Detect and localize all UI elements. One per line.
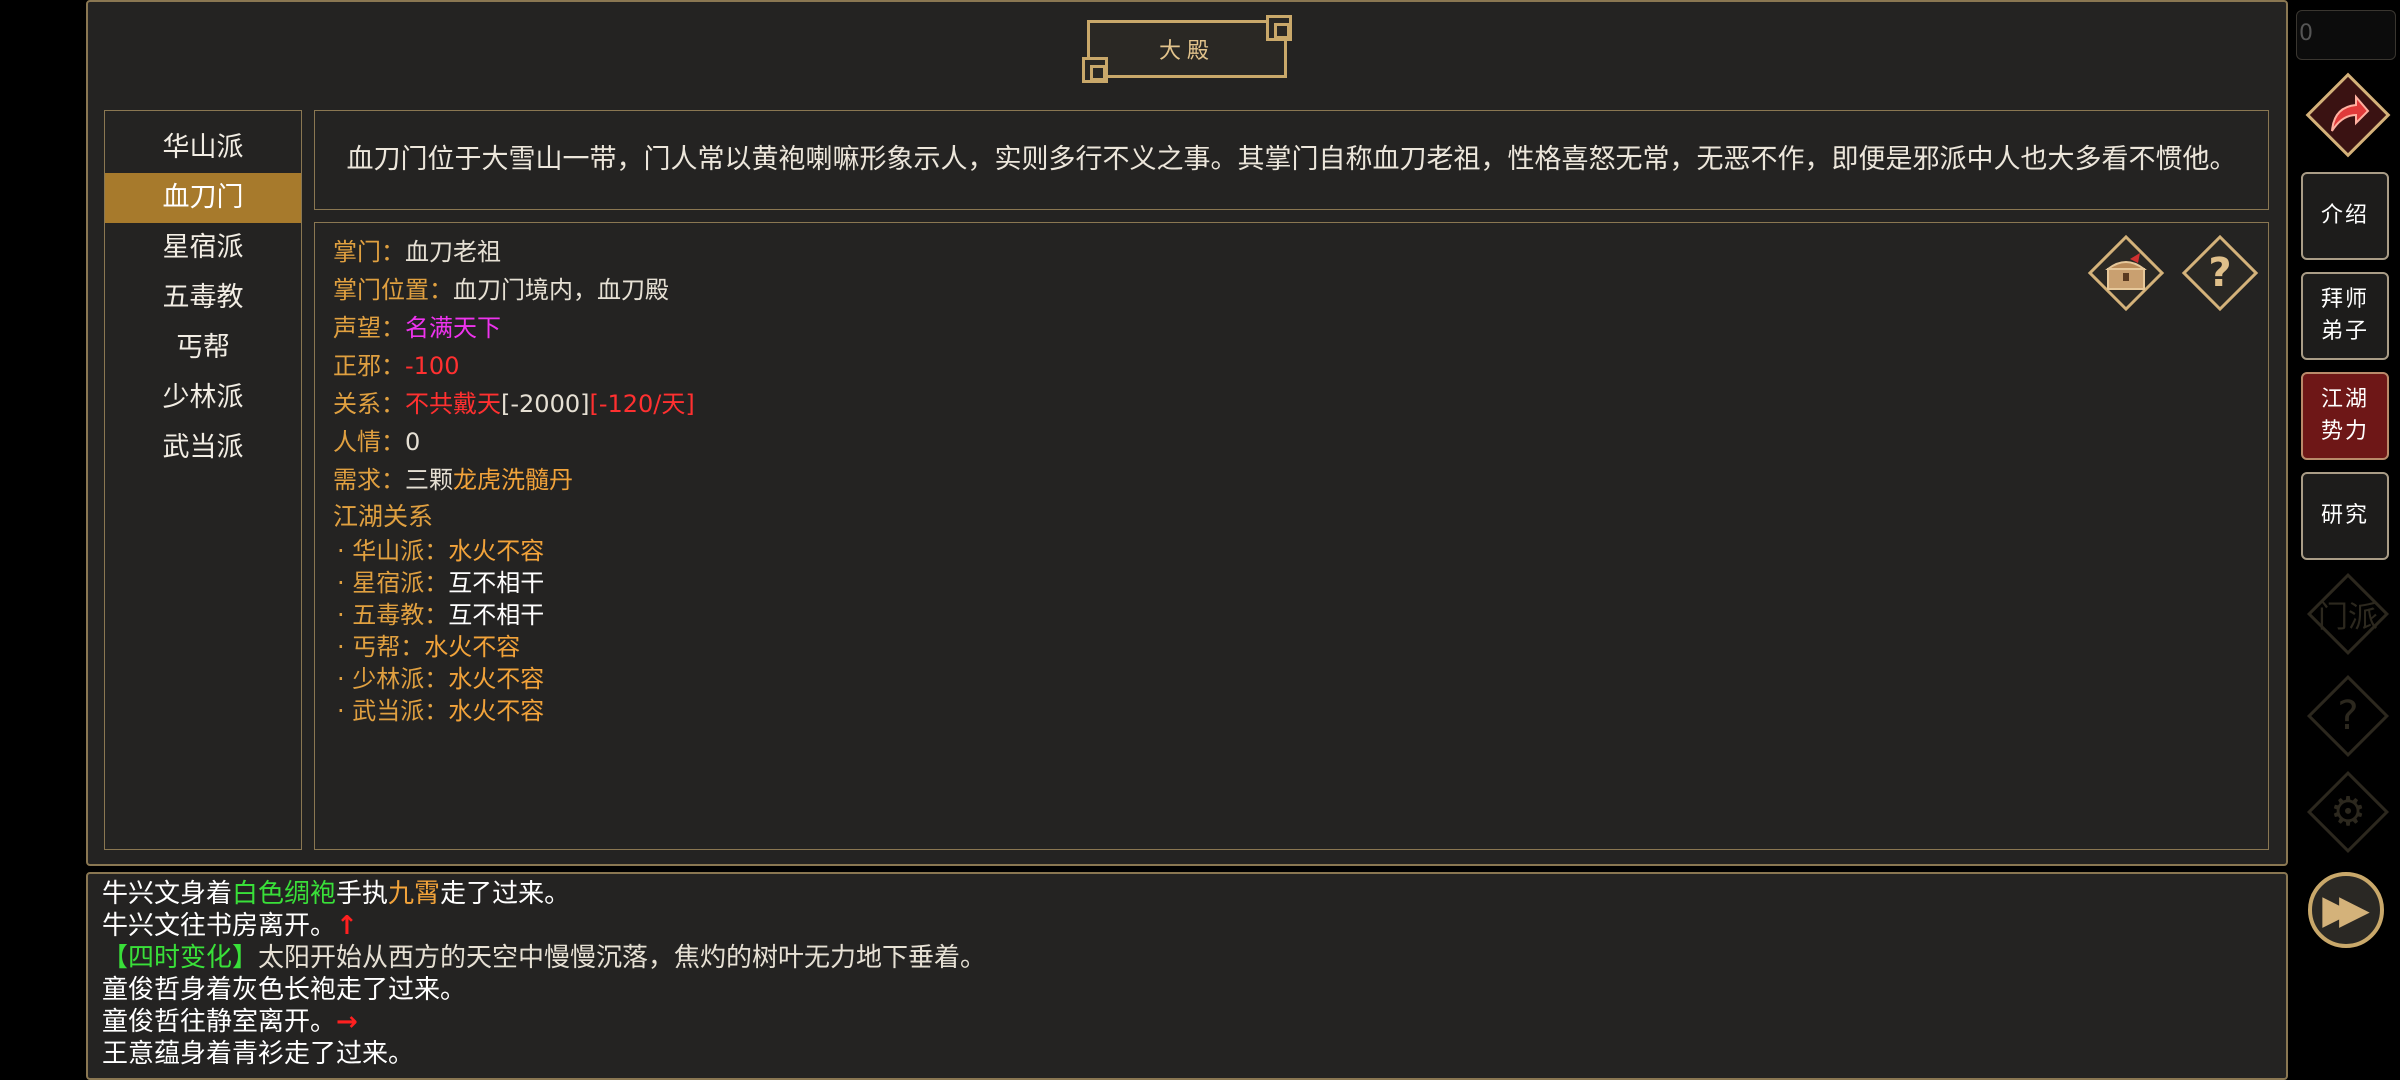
log-tag: 【四时变化】: [102, 943, 259, 973]
relation-label: 关系：: [333, 390, 405, 418]
relation-sect: · 五毒教：: [337, 601, 449, 629]
relation-number: [-2000]: [501, 390, 590, 418]
log-item: 九霄: [388, 879, 441, 909]
relation-item: · 少林派：水火不容: [333, 663, 2250, 695]
knot-ornament: [1082, 57, 1108, 83]
relation-status: 互不相干: [448, 601, 545, 629]
relation-item: · 武当派：水火不容: [333, 695, 2250, 727]
right-arrow-icon: →: [336, 1007, 358, 1037]
knot-ornament: [1266, 15, 1292, 41]
location-label: 掌门位置：: [333, 276, 453, 304]
log-text: 手执: [336, 879, 389, 909]
relation-item: · 华山派：水火不容: [333, 535, 2250, 567]
sect-item-huashan[interactable]: 华山派: [105, 123, 301, 173]
fast-forward-icon: ▶▶: [2322, 887, 2369, 933]
location-value: 血刀门境内，血刀殿: [453, 276, 669, 304]
prestige-label: 声望：: [333, 314, 405, 342]
help-faded-button[interactable]: ?: [2306, 674, 2390, 758]
sect-item-gaibang[interactable]: 丐帮: [105, 323, 301, 373]
favor-label: 人情：: [333, 428, 405, 456]
help-button[interactable]: ?: [2180, 233, 2260, 313]
favor-row: 人情：0: [333, 423, 2250, 461]
master-value: 血刀老祖: [405, 238, 501, 266]
log-text: 太阳开始从西方的天空中慢慢沉落，焦灼的树叶无力地下垂着。: [258, 943, 987, 973]
treasure-chest-button[interactable]: [2086, 233, 2166, 313]
info-icons: ?: [2086, 233, 2260, 313]
sect-faded-button[interactable]: 门派: [2306, 572, 2390, 656]
gear-icon: ⚙: [2330, 789, 2366, 835]
sect-description: 血刀门位于大雪山一带，门人常以黄袍喇嘛形象示人，实则多行不义之事。其掌门自称血刀…: [314, 110, 2269, 210]
log-line: 牛兴文往书房离开。↑: [102, 910, 2272, 942]
jianghu-button[interactable]: 江湖 势力: [2301, 372, 2389, 460]
intro-button[interactable]: 介绍: [2301, 172, 2389, 260]
alignment-row: 正邪：-100: [333, 347, 2250, 385]
title-plaque: 大殿: [1082, 15, 1292, 83]
relation-value: 不共戴天: [405, 390, 501, 418]
relations-heading: 江湖关系: [333, 502, 434, 531]
relation-sect: · 丐帮：: [337, 633, 425, 661]
sect-list: 华山派 血刀门 星宿派 五毒教 丐帮 少林派 武当派: [104, 110, 302, 850]
relation-status: 水火不容: [448, 697, 545, 725]
relation-item: · 星宿派：互不相干: [333, 567, 2250, 599]
sect-item-wudu[interactable]: 五毒教: [105, 273, 301, 323]
sect-item-wudang[interactable]: 武当派: [105, 423, 301, 473]
apprentice-button[interactable]: 拜师 弟子: [2301, 272, 2389, 360]
need-item[interactable]: 龙虎洗髓丹: [453, 466, 573, 494]
treasure-chest-icon: [2105, 253, 2147, 290]
sect-icon: 门派: [2318, 600, 2378, 635]
master-row: 掌门：血刀老祖: [333, 233, 2250, 271]
sect-item-xuedao[interactable]: 血刀门: [105, 173, 301, 223]
need-prefix: 三颗: [405, 466, 453, 494]
log-line: 【四时变化】太阳开始从西方的天空中慢慢沉落，焦灼的树叶无力地下垂着。: [102, 942, 2272, 974]
research-button[interactable]: 研究: [2301, 472, 2389, 560]
favor-value: 0: [405, 428, 421, 456]
relation-sect: · 华山派：: [337, 537, 449, 565]
log-text: 牛兴文往书房离开。: [102, 911, 337, 941]
log-line: 童俊哲往静室离开。→: [102, 1006, 2272, 1038]
log-line: 童俊哲身着灰色长袍走了过来。: [102, 975, 467, 1005]
settings-faded-button[interactable]: ⚙: [2306, 770, 2390, 854]
need-row: 需求：三颗龙虎洗髓丹: [333, 461, 2250, 499]
master-label: 掌门：: [333, 238, 405, 266]
relation-row: 关系：不共戴天[-2000][-120/天]: [333, 385, 2250, 423]
log-text: 童俊哲往静室离开。: [102, 1007, 337, 1037]
relation-status: 水火不容: [424, 633, 521, 661]
alignment-label: 正邪：: [333, 352, 405, 380]
need-label: 需求：: [333, 466, 405, 494]
sect-item-shaolin[interactable]: 少林派: [105, 373, 301, 423]
relation-sect: · 少林派：: [337, 665, 449, 693]
log-text: 牛兴文身着: [102, 879, 233, 909]
fast-forward-button[interactable]: ▶▶: [2308, 872, 2384, 948]
description-text: 血刀门位于大雪山一带，门人常以黄袍喇嘛形象示人，实则多行不义之事。其掌门自称血刀…: [346, 144, 2237, 175]
log-line: 牛兴文身着白色绸袍手执九霄走了过来。: [102, 878, 2272, 910]
question-icon: ?: [2208, 250, 2232, 296]
up-arrow-icon: ↑: [336, 911, 358, 941]
relation-rate: [-120/天]: [589, 390, 695, 418]
sect-info-panel: 掌门：血刀老祖 掌门位置：血刀门境内，血刀殿 声望：名满天下 正邪：-100 关…: [314, 222, 2269, 850]
prestige-value: 名满天下: [405, 314, 501, 342]
log-item: 白色绸袍: [232, 879, 337, 909]
question-icon: ?: [2337, 693, 2359, 739]
return-button[interactable]: [2305, 72, 2391, 158]
top-counter[interactable]: 0: [2296, 10, 2396, 60]
relation-item: · 五毒教：互不相干: [333, 599, 2250, 631]
relation-status: 水火不容: [448, 665, 545, 693]
location-row: 掌门位置：血刀门境内，血刀殿: [333, 271, 2250, 309]
return-arrow-icon: [2331, 94, 2370, 132]
relation-status: 水火不容: [448, 537, 545, 565]
relation-sect: · 星宿派：: [337, 569, 449, 597]
relation-status: 互不相干: [448, 569, 545, 597]
relation-item: · 丐帮：水火不容: [333, 631, 2250, 663]
right-rail: 0 介绍 拜师 弟子 江湖 势力 研究 门派 ? ⚙ ▶▶: [2296, 0, 2400, 1080]
relation-sect: · 武当派：: [337, 697, 449, 725]
log-text: 走了过来。: [440, 879, 571, 909]
prestige-row: 声望：名满天下: [333, 309, 2250, 347]
page-title: 大殿: [1158, 39, 1215, 64]
alignment-value: -100: [405, 352, 460, 380]
event-log: 牛兴文身着白色绸袍手执九霄走了过来。 牛兴文往书房离开。↑ 【四时变化】太阳开始…: [86, 872, 2288, 1080]
log-line: 王意蕴身着青衫走了过来。: [102, 1039, 415, 1069]
sect-item-xingxiu[interactable]: 星宿派: [105, 223, 301, 273]
